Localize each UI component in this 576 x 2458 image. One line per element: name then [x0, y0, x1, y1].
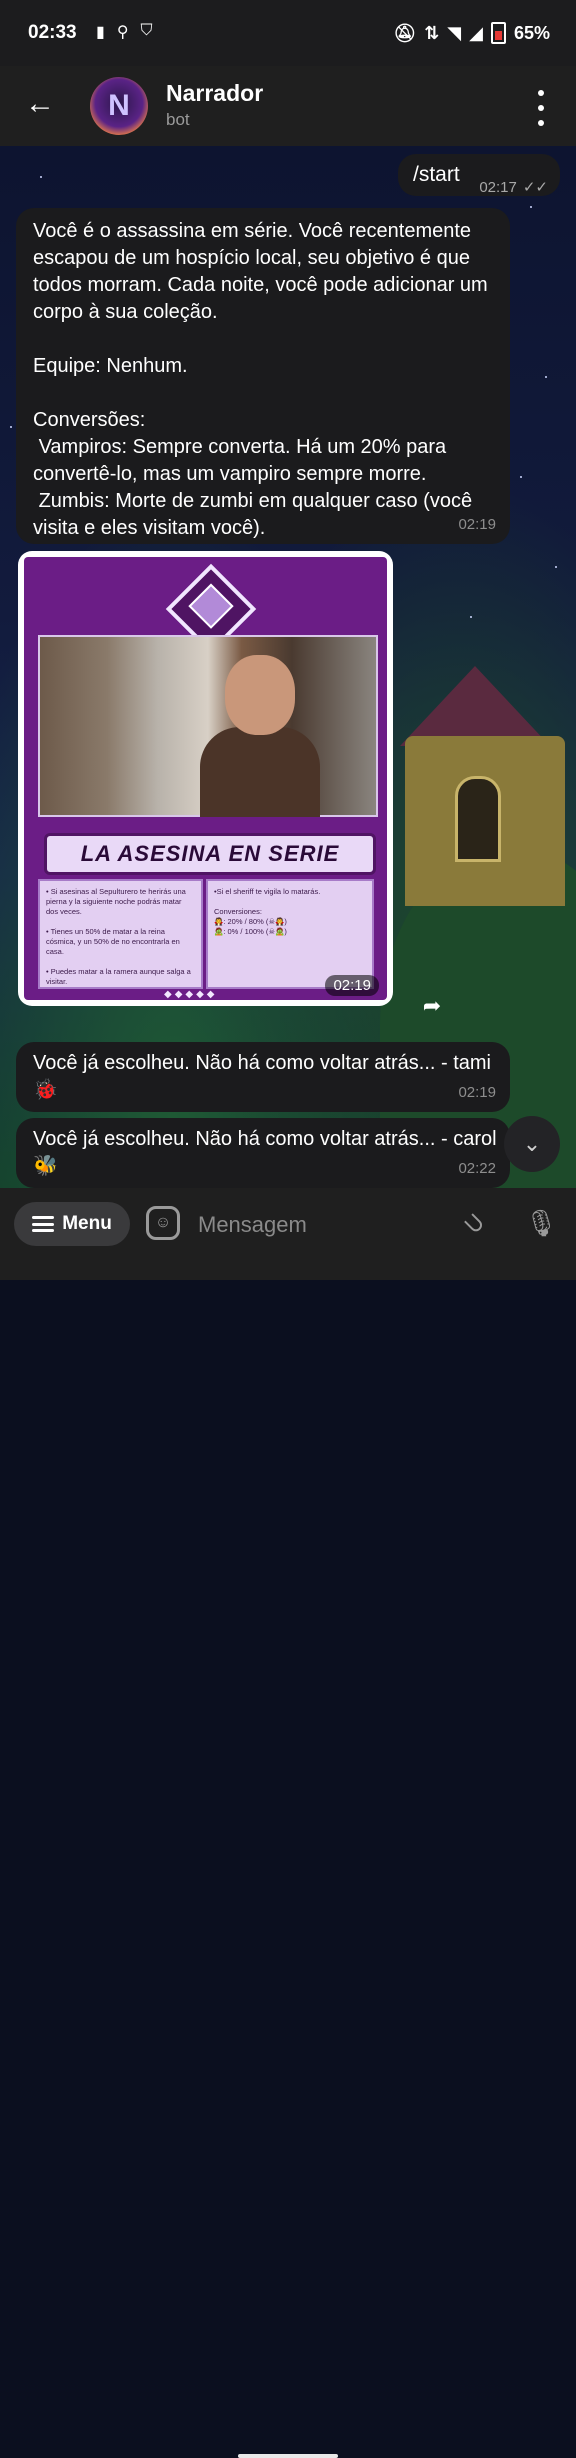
more-options-button[interactable]: [526, 90, 556, 126]
house-roof: [400, 666, 550, 746]
signal-icon: ◢: [469, 22, 483, 43]
arrow-left-icon: ←: [25, 87, 55, 120]
message-text: Você já escolheu. Não há como voltar atr…: [33, 1128, 497, 1177]
shield-icon: ⛉: [140, 22, 153, 39]
forward-icon: ➦: [422, 993, 442, 1018]
chat-title[interactable]: Narrador: [166, 80, 263, 107]
dot-icon: [538, 90, 544, 96]
smile-icon: ☺: [154, 1214, 172, 1231]
card-illustration: [38, 635, 378, 817]
card-ornament: ◆◆◆◆◆: [164, 989, 218, 1000]
scroll-down-button[interactable]: ⌄: [504, 1116, 560, 1172]
status-time: 02:33: [28, 22, 77, 43]
message-time: 02:17: [479, 179, 517, 196]
menu-icon: [32, 1216, 55, 1232]
input-bar: Menu ☺ ⊃ 🎙︎: [0, 1188, 576, 2458]
avatar-letter: N: [108, 89, 130, 122]
message-time: 02:19: [325, 975, 379, 996]
battery-icon: [490, 22, 506, 44]
star-decor: [555, 566, 557, 568]
image-message[interactable]: LA ASESINA EN SERIE • Si asesinas al Sep…: [18, 551, 393, 1006]
message-text: Você é o assassina em série. Você recent…: [33, 220, 488, 539]
home-indicator: [238, 2454, 338, 2458]
menu-label: Menu: [62, 1213, 112, 1234]
message-text: Você já escolheu. Não há como voltar atr…: [33, 1052, 491, 1101]
star-decor: [10, 426, 12, 428]
message-incoming[interactable]: Você é o assassina em série. Você recent…: [16, 208, 510, 544]
no-notification-icon: ⚲: [116, 24, 129, 41]
dot-icon: [538, 120, 544, 126]
message-outgoing[interactable]: /start 02:17 ✓✓: [398, 154, 560, 196]
chevron-down-icon: ⌄: [522, 1131, 542, 1156]
wifi-icon: ◥: [447, 22, 462, 43]
message-time: 02:22: [458, 1160, 496, 1177]
message-time: 02:19: [458, 1084, 496, 1101]
star-decor: [470, 616, 472, 618]
house-window: [455, 776, 501, 862]
figure-face: [225, 655, 295, 735]
mute-icon: 🔕︎: [393, 22, 417, 43]
figure-body: [200, 727, 320, 817]
background-house: [395, 666, 576, 916]
card-right-text: •Si el sheriff te vigila lo matarás. Con…: [206, 879, 374, 989]
card-left-text: • Si asesinas al Sepulturero te herirás …: [38, 879, 203, 989]
star-decor: [40, 176, 42, 178]
message-input[interactable]: [196, 1206, 440, 1244]
status-left-icons: ▮ ⚲ ⛉: [96, 22, 153, 42]
mic-button[interactable]: 🎙︎: [524, 1206, 558, 1240]
back-button[interactable]: ←: [22, 86, 58, 122]
star-decor: [520, 476, 522, 478]
star-decor: [545, 376, 547, 378]
avatar[interactable]: N: [90, 77, 148, 135]
attach-button[interactable]: ⊃: [451, 1199, 499, 1247]
emoji-button[interactable]: ☺: [146, 1206, 180, 1240]
data-arrows-icon: ⇅: [424, 22, 440, 43]
card-frame: LA ASESINA EN SERIE • Si asesinas al Sep…: [24, 557, 387, 1000]
menu-button[interactable]: Menu: [14, 1202, 130, 1246]
battery-percent: 65%: [513, 22, 550, 43]
double-check-icon: ✓✓: [522, 179, 548, 196]
message-text: /start: [413, 163, 460, 186]
card-title: LA ASESINA EN SERIE: [44, 833, 376, 875]
chat-header: ← N Narrador bot: [0, 66, 576, 146]
message-incoming[interactable]: Você já escolheu. Não há como voltar atr…: [16, 1118, 510, 1188]
status-right: 🔕︎ ⇅ ◥ ◢ 65%: [393, 22, 550, 44]
message-incoming[interactable]: Você já escolheu. Não há como voltar atr…: [16, 1042, 510, 1112]
star-decor: [530, 206, 532, 208]
microphone-icon: 🎙︎: [524, 1207, 558, 1238]
share-button[interactable]: ➦: [412, 986, 452, 1026]
chat-area[interactable]: /start 02:17 ✓✓ Você é o assassina em sé…: [0, 146, 576, 1188]
paperclip-icon: ⊃: [457, 1204, 494, 1241]
status-bar: 02:33 ▮ ⚲ ⛉ 🔕︎ ⇅ ◥ ◢ 65%: [0, 0, 576, 66]
message-meta: 02:17 ✓✓: [479, 174, 548, 201]
message-time: 02:19: [458, 516, 496, 533]
chat-subtitle: bot: [166, 110, 190, 129]
dot-icon: [538, 105, 544, 111]
sim-icon: ▮: [96, 24, 105, 41]
